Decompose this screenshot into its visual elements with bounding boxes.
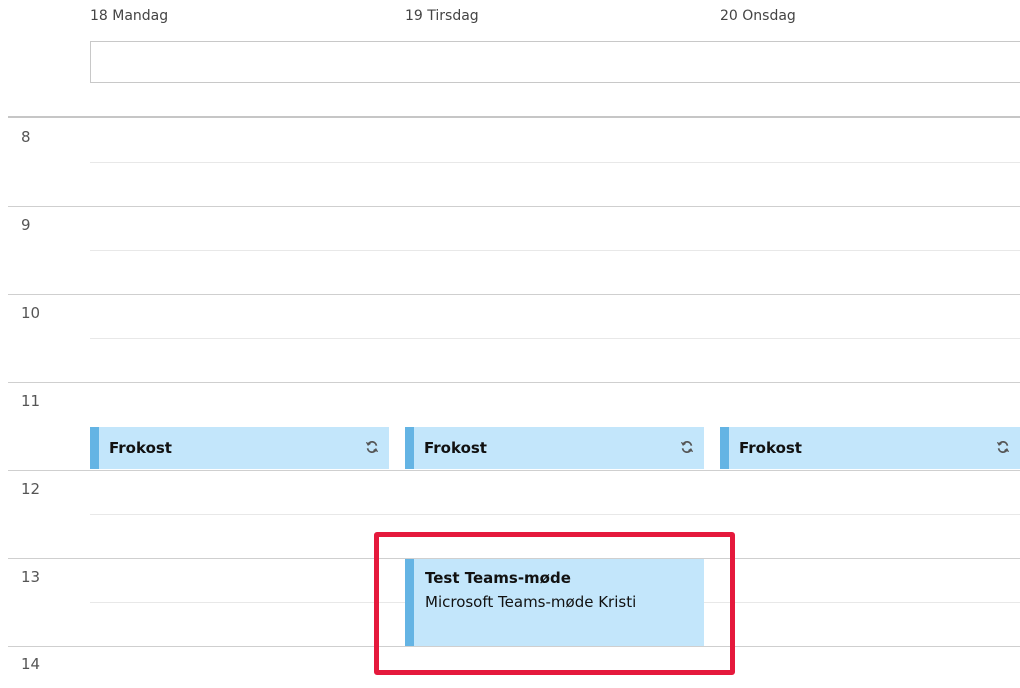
hour-label-14: 14 bbox=[21, 655, 41, 673]
day-header-wednesday[interactable]: 20 Onsdag bbox=[720, 8, 796, 24]
hour-line bbox=[8, 294, 1020, 295]
highlight-annotation-box bbox=[374, 532, 735, 675]
event-frokost-wednesday[interactable]: Frokost bbox=[720, 427, 1020, 469]
recurring-icon bbox=[365, 440, 379, 454]
all-day-events-row[interactable] bbox=[90, 41, 1020, 83]
calendar-week-view: 18 Mandag 19 Tirsdag 20 Onsdag 8 9 10 11… bbox=[0, 0, 1020, 688]
hour-line bbox=[8, 382, 1020, 383]
day-header-tuesday[interactable]: 19 Tirsdag bbox=[405, 8, 479, 24]
half-hour-line bbox=[90, 514, 1020, 515]
hour-label-8: 8 bbox=[21, 128, 31, 146]
event-title: Frokost bbox=[739, 439, 802, 457]
half-hour-line bbox=[90, 250, 1020, 251]
recurring-icon bbox=[996, 440, 1010, 454]
hour-label-11: 11 bbox=[21, 392, 41, 410]
recurring-icon bbox=[680, 440, 694, 454]
half-hour-line bbox=[90, 162, 1020, 163]
event-frokost-monday[interactable]: Frokost bbox=[90, 427, 389, 469]
hour-line bbox=[8, 206, 1020, 207]
event-frokost-tuesday[interactable]: Frokost bbox=[405, 427, 704, 469]
hour-label-12: 12 bbox=[21, 480, 41, 498]
event-title: Frokost bbox=[109, 439, 172, 457]
hour-line bbox=[8, 470, 1020, 471]
half-hour-line bbox=[90, 338, 1020, 339]
event-title: Frokost bbox=[424, 439, 487, 457]
hour-label-13: 13 bbox=[21, 568, 41, 586]
hour-label-10: 10 bbox=[21, 304, 41, 322]
day-header-monday[interactable]: 18 Mandag bbox=[90, 8, 168, 24]
time-grid-top-border bbox=[8, 116, 1020, 118]
hour-label-9: 9 bbox=[21, 216, 31, 234]
